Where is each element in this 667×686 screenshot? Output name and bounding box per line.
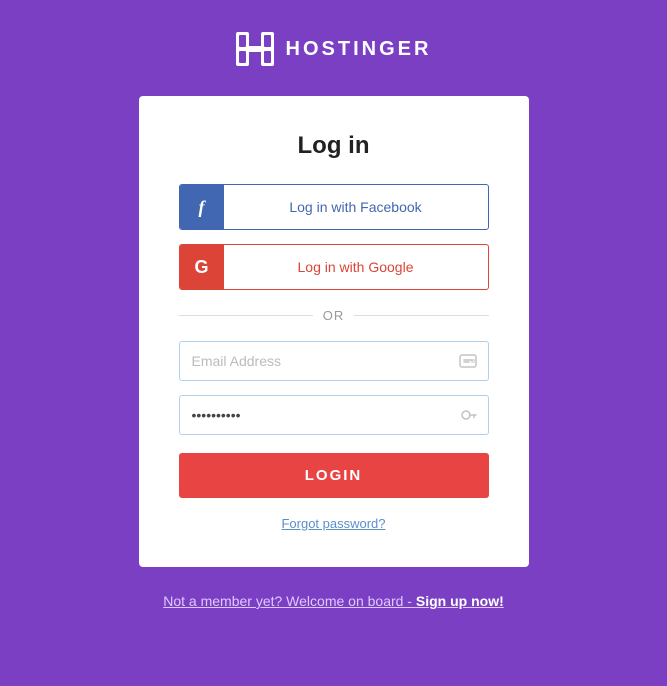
google-button-label: Log in with Google bbox=[224, 247, 488, 287]
hostinger-logo-icon bbox=[236, 32, 274, 66]
google-icon: G bbox=[180, 245, 224, 289]
divider-line-left bbox=[179, 315, 313, 316]
password-icon bbox=[457, 404, 479, 426]
facebook-icon: f bbox=[180, 185, 224, 229]
logo-text: HOSTINGER bbox=[286, 38, 432, 61]
email-input-wrapper bbox=[179, 341, 489, 381]
card-title: Log in bbox=[298, 132, 370, 160]
facebook-login-button[interactable]: f Log in with Facebook bbox=[179, 184, 489, 230]
login-button-label: LOGIN bbox=[305, 467, 363, 484]
or-text: OR bbox=[323, 308, 345, 323]
divider-line-right bbox=[354, 315, 488, 316]
email-icon bbox=[457, 350, 479, 372]
login-button[interactable]: LOGIN bbox=[179, 453, 489, 498]
forgot-password-link[interactable]: Forgot password? bbox=[281, 516, 385, 531]
signup-link[interactable]: Sign up now! bbox=[416, 593, 504, 609]
email-input[interactable] bbox=[179, 341, 489, 381]
or-divider: OR bbox=[179, 308, 489, 323]
password-input-wrapper bbox=[179, 395, 489, 435]
signup-prefix: Not a member yet? Welcome on board - bbox=[163, 593, 416, 609]
password-input[interactable] bbox=[179, 395, 489, 435]
google-login-button[interactable]: G Log in with Google bbox=[179, 244, 489, 290]
logo-area: HOSTINGER bbox=[236, 32, 432, 66]
forgot-password-label: Forgot password? bbox=[281, 516, 385, 531]
login-card: Log in f Log in with Facebook G Log in w… bbox=[139, 96, 529, 567]
signup-footer[interactable]: Not a member yet? Welcome on board - Sig… bbox=[163, 593, 504, 609]
facebook-button-label: Log in with Facebook bbox=[224, 187, 488, 227]
